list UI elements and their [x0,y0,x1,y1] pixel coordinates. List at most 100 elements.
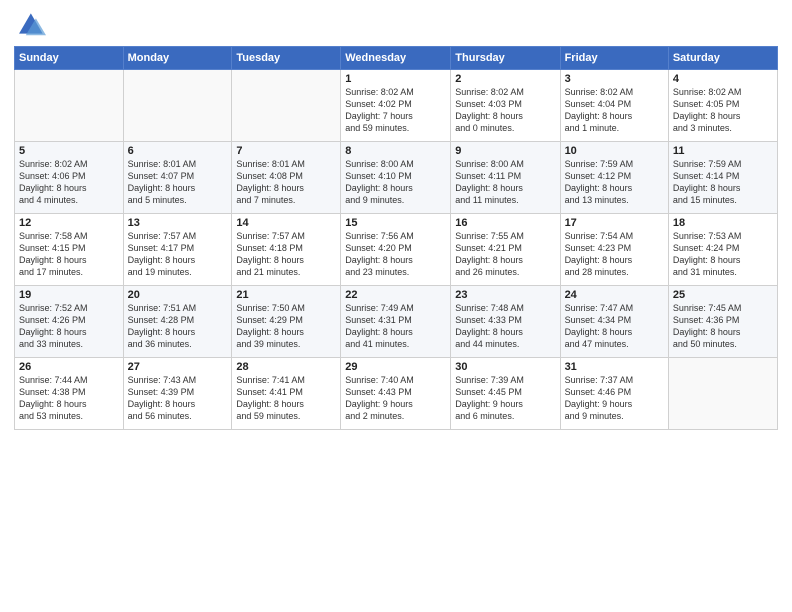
header [14,10,778,42]
cell-details: Sunrise: 7:58 AM Sunset: 4:15 PM Dayligh… [19,230,119,279]
calendar-cell: 25Sunrise: 7:45 AM Sunset: 4:36 PM Dayli… [668,286,777,358]
page: SundayMondayTuesdayWednesdayThursdayFrid… [0,0,792,612]
calendar-header: SundayMondayTuesdayWednesdayThursdayFrid… [15,47,778,70]
day-number: 10 [565,145,664,157]
cell-details: Sunrise: 7:47 AM Sunset: 4:34 PM Dayligh… [565,302,664,351]
day-number: 14 [236,217,336,229]
header-cell-saturday: Saturday [668,47,777,70]
day-number: 21 [236,289,336,301]
calendar-cell: 19Sunrise: 7:52 AM Sunset: 4:26 PM Dayli… [15,286,124,358]
week-row-5: 26Sunrise: 7:44 AM Sunset: 4:38 PM Dayli… [15,358,778,430]
calendar-cell: 22Sunrise: 7:49 AM Sunset: 4:31 PM Dayli… [341,286,451,358]
calendar-cell: 2Sunrise: 8:02 AM Sunset: 4:03 PM Daylig… [451,70,560,142]
calendar-cell: 16Sunrise: 7:55 AM Sunset: 4:21 PM Dayli… [451,214,560,286]
header-cell-monday: Monday [123,47,232,70]
day-number: 29 [345,361,446,373]
calendar-cell [232,70,341,142]
logo [14,10,50,42]
calendar-cell: 29Sunrise: 7:40 AM Sunset: 4:43 PM Dayli… [341,358,451,430]
cell-details: Sunrise: 7:48 AM Sunset: 4:33 PM Dayligh… [455,302,555,351]
day-number: 23 [455,289,555,301]
cell-details: Sunrise: 7:41 AM Sunset: 4:41 PM Dayligh… [236,374,336,423]
day-number: 24 [565,289,664,301]
day-number: 16 [455,217,555,229]
calendar-cell: 23Sunrise: 7:48 AM Sunset: 4:33 PM Dayli… [451,286,560,358]
calendar-cell: 28Sunrise: 7:41 AM Sunset: 4:41 PM Dayli… [232,358,341,430]
calendar-cell: 14Sunrise: 7:57 AM Sunset: 4:18 PM Dayli… [232,214,341,286]
calendar-table: SundayMondayTuesdayWednesdayThursdayFrid… [14,46,778,430]
day-number: 1 [345,73,446,85]
day-number: 7 [236,145,336,157]
day-number: 17 [565,217,664,229]
calendar-cell: 9Sunrise: 8:00 AM Sunset: 4:11 PM Daylig… [451,142,560,214]
cell-details: Sunrise: 8:02 AM Sunset: 4:03 PM Dayligh… [455,86,555,135]
week-row-2: 5Sunrise: 8:02 AM Sunset: 4:06 PM Daylig… [15,142,778,214]
calendar-cell: 13Sunrise: 7:57 AM Sunset: 4:17 PM Dayli… [123,214,232,286]
calendar-cell: 17Sunrise: 7:54 AM Sunset: 4:23 PM Dayli… [560,214,668,286]
day-number: 9 [455,145,555,157]
calendar-cell: 15Sunrise: 7:56 AM Sunset: 4:20 PM Dayli… [341,214,451,286]
day-number: 25 [673,289,773,301]
calendar-cell: 6Sunrise: 8:01 AM Sunset: 4:07 PM Daylig… [123,142,232,214]
cell-details: Sunrise: 7:39 AM Sunset: 4:45 PM Dayligh… [455,374,555,423]
header-cell-thursday: Thursday [451,47,560,70]
cell-details: Sunrise: 7:37 AM Sunset: 4:46 PM Dayligh… [565,374,664,423]
day-number: 20 [128,289,228,301]
calendar-body: 1Sunrise: 8:02 AM Sunset: 4:02 PM Daylig… [15,70,778,430]
week-row-3: 12Sunrise: 7:58 AM Sunset: 4:15 PM Dayli… [15,214,778,286]
cell-details: Sunrise: 7:40 AM Sunset: 4:43 PM Dayligh… [345,374,446,423]
calendar-cell [15,70,124,142]
calendar-cell [123,70,232,142]
cell-details: Sunrise: 8:01 AM Sunset: 4:08 PM Dayligh… [236,158,336,207]
cell-details: Sunrise: 7:44 AM Sunset: 4:38 PM Dayligh… [19,374,119,423]
cell-details: Sunrise: 7:59 AM Sunset: 4:12 PM Dayligh… [565,158,664,207]
cell-details: Sunrise: 8:02 AM Sunset: 4:06 PM Dayligh… [19,158,119,207]
day-number: 4 [673,73,773,85]
cell-details: Sunrise: 7:43 AM Sunset: 4:39 PM Dayligh… [128,374,228,423]
header-cell-friday: Friday [560,47,668,70]
cell-details: Sunrise: 8:02 AM Sunset: 4:05 PM Dayligh… [673,86,773,135]
day-number: 31 [565,361,664,373]
day-number: 11 [673,145,773,157]
calendar-cell: 20Sunrise: 7:51 AM Sunset: 4:28 PM Dayli… [123,286,232,358]
day-number: 27 [128,361,228,373]
calendar-cell: 10Sunrise: 7:59 AM Sunset: 4:12 PM Dayli… [560,142,668,214]
calendar-cell: 18Sunrise: 7:53 AM Sunset: 4:24 PM Dayli… [668,214,777,286]
cell-details: Sunrise: 8:02 AM Sunset: 4:04 PM Dayligh… [565,86,664,135]
calendar-cell: 26Sunrise: 7:44 AM Sunset: 4:38 PM Dayli… [15,358,124,430]
cell-details: Sunrise: 8:00 AM Sunset: 4:10 PM Dayligh… [345,158,446,207]
day-number: 28 [236,361,336,373]
day-number: 19 [19,289,119,301]
calendar-cell: 11Sunrise: 7:59 AM Sunset: 4:14 PM Dayli… [668,142,777,214]
day-number: 18 [673,217,773,229]
logo-icon [14,10,46,42]
calendar-cell: 7Sunrise: 8:01 AM Sunset: 4:08 PM Daylig… [232,142,341,214]
cell-details: Sunrise: 7:57 AM Sunset: 4:17 PM Dayligh… [128,230,228,279]
calendar-cell: 12Sunrise: 7:58 AM Sunset: 4:15 PM Dayli… [15,214,124,286]
calendar-cell: 3Sunrise: 8:02 AM Sunset: 4:04 PM Daylig… [560,70,668,142]
cell-details: Sunrise: 7:54 AM Sunset: 4:23 PM Dayligh… [565,230,664,279]
cell-details: Sunrise: 7:52 AM Sunset: 4:26 PM Dayligh… [19,302,119,351]
cell-details: Sunrise: 8:02 AM Sunset: 4:02 PM Dayligh… [345,86,446,135]
cell-details: Sunrise: 7:49 AM Sunset: 4:31 PM Dayligh… [345,302,446,351]
cell-details: Sunrise: 7:53 AM Sunset: 4:24 PM Dayligh… [673,230,773,279]
calendar-cell [668,358,777,430]
day-number: 2 [455,73,555,85]
calendar-cell: 5Sunrise: 8:02 AM Sunset: 4:06 PM Daylig… [15,142,124,214]
day-number: 22 [345,289,446,301]
day-number: 30 [455,361,555,373]
day-number: 3 [565,73,664,85]
cell-details: Sunrise: 7:51 AM Sunset: 4:28 PM Dayligh… [128,302,228,351]
day-number: 26 [19,361,119,373]
header-row: SundayMondayTuesdayWednesdayThursdayFrid… [15,47,778,70]
calendar-cell: 24Sunrise: 7:47 AM Sunset: 4:34 PM Dayli… [560,286,668,358]
cell-details: Sunrise: 7:55 AM Sunset: 4:21 PM Dayligh… [455,230,555,279]
header-cell-wednesday: Wednesday [341,47,451,70]
day-number: 6 [128,145,228,157]
week-row-1: 1Sunrise: 8:02 AM Sunset: 4:02 PM Daylig… [15,70,778,142]
calendar-cell: 8Sunrise: 8:00 AM Sunset: 4:10 PM Daylig… [341,142,451,214]
header-cell-tuesday: Tuesday [232,47,341,70]
calendar-cell: 4Sunrise: 8:02 AM Sunset: 4:05 PM Daylig… [668,70,777,142]
cell-details: Sunrise: 7:57 AM Sunset: 4:18 PM Dayligh… [236,230,336,279]
calendar-cell: 27Sunrise: 7:43 AM Sunset: 4:39 PM Dayli… [123,358,232,430]
